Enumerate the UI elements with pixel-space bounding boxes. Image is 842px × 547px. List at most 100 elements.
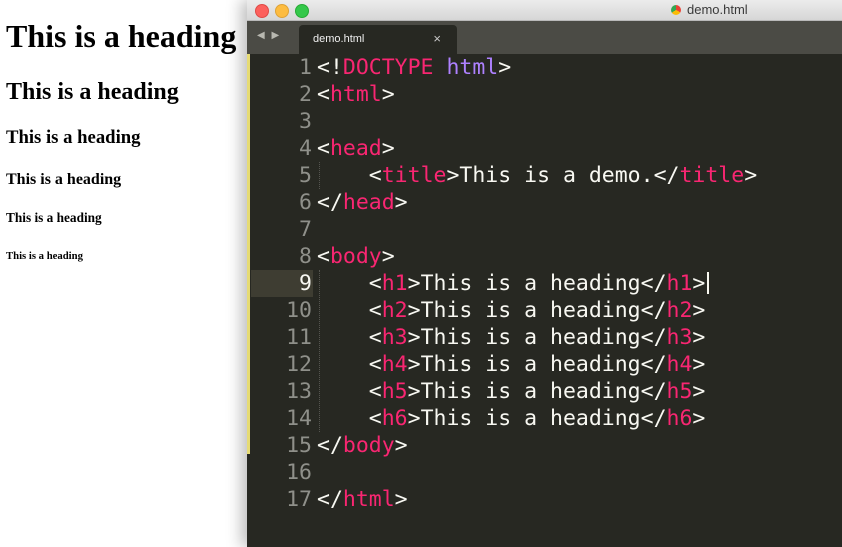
tag-name: html (329, 82, 382, 107)
code-line[interactable]: 1 <!DOCTYPE html> (247, 54, 842, 81)
code-token: > (744, 163, 758, 188)
code-token: > (692, 406, 706, 431)
browser-preview: This is a heading This is a heading This… (0, 0, 247, 547)
modified-lines-marker (247, 54, 250, 454)
preview-h6: This is a heading (6, 250, 83, 262)
code-token: >This is a heading</ (407, 379, 667, 404)
tab-label: demo.html (313, 33, 365, 45)
line-number: 10 (286, 298, 312, 323)
code-line[interactable]: 8 <body> (247, 243, 842, 270)
line-number: 16 (286, 460, 312, 485)
code-text: </head> (317, 189, 408, 216)
code-token: > (692, 271, 706, 296)
code-token: < (317, 136, 330, 161)
code-line[interactable]: 3 (247, 108, 842, 135)
code-token: > (394, 190, 408, 215)
code-line[interactable]: 4 <head> (247, 135, 842, 162)
code-token: >This is a heading</ (407, 406, 667, 431)
chrome-file-icon (671, 5, 681, 15)
code-token: </ (317, 433, 343, 458)
code-editor[interactable]: 1 <!DOCTYPE html> 2 <html> 3 4 <head> 5 <title>… (247, 54, 842, 547)
indent-guide (319, 270, 320, 432)
tag-name: h5 (381, 379, 408, 404)
code-line[interactable]: 12 <h4>This is a heading</h4> (247, 351, 842, 378)
title-bar: demo.html (247, 0, 842, 21)
editor-window: demo.html ◀ ▶ demo.html × 1 <!DOCTYPE htm… (247, 0, 842, 547)
line-number: 11 (286, 325, 312, 350)
tag-name: body (329, 244, 382, 269)
tab-bar: ◀ ▶ demo.html × (247, 21, 842, 54)
line-number: 15 (286, 433, 312, 458)
tag-name: h3 (666, 325, 693, 350)
zoom-window-button[interactable] (295, 4, 309, 18)
code-token: >This is a heading</ (407, 352, 667, 377)
tag-name: h4 (381, 352, 408, 377)
code-line[interactable]: 17 </html> (247, 486, 842, 513)
preview-h3: This is a heading (6, 127, 141, 148)
line-number: 9 (253, 270, 312, 297)
code-line[interactable]: 2 <html> (247, 81, 842, 108)
line-number: 13 (286, 379, 312, 404)
code-line[interactable]: 6 </head> (247, 189, 842, 216)
code-line[interactable]: 11 <h3>This is a heading</h3> (247, 324, 842, 351)
tag-name: h1 (666, 271, 693, 296)
code-text: <h3>This is a heading</h3> (317, 324, 706, 351)
code-token: < (317, 352, 382, 377)
tag-name: h2 (381, 298, 408, 323)
preview-h1: This is a heading (6, 18, 237, 54)
code-text: <head> (317, 135, 395, 162)
code-line[interactable]: 10 <h2>This is a heading</h2> (247, 297, 842, 324)
code-token: >This is a demo.</ (446, 163, 680, 188)
code-token: >This is a heading</ (407, 298, 667, 323)
tag-name: h2 (666, 298, 693, 323)
code-token: < (317, 271, 382, 296)
code-token: > (692, 352, 706, 377)
code-text: <html> (317, 81, 395, 108)
code-line[interactable]: 5 <title>This is a demo.</title> (247, 162, 842, 189)
tag-name: html (342, 487, 395, 512)
line-number: 3 (299, 109, 312, 134)
code-line[interactable]: 9 <h1>This is a heading</h1> (247, 270, 842, 297)
tag-name: head (329, 136, 382, 161)
preview-h4: This is a heading (6, 171, 122, 188)
code-line[interactable]: 7 (247, 216, 842, 243)
code-token: >This is a heading</ (407, 271, 667, 296)
code-token: > (692, 379, 706, 404)
code-text: <h4>This is a heading</h4> (317, 351, 706, 378)
code-token: > (394, 487, 408, 512)
tab-close-icon[interactable]: × (433, 31, 441, 46)
close-window-button[interactable] (255, 4, 269, 18)
code-line[interactable]: 13 <h5>This is a heading</h5> (247, 378, 842, 405)
code-text: <body> (317, 243, 395, 270)
tag-name: title (679, 163, 745, 188)
code-token: >This is a heading</ (407, 325, 667, 350)
code-text: <!DOCTYPE html> (317, 54, 511, 81)
line-number: 12 (286, 352, 312, 377)
tab-nav-arrows-icon[interactable]: ◀ ▶ (257, 30, 281, 41)
code-token: < (317, 406, 382, 431)
code-text: <title>This is a demo.</title> (317, 162, 757, 189)
code-text: <h1>This is a heading</h1> (317, 270, 710, 297)
code-token: > (381, 244, 395, 269)
line-number: 1 (299, 55, 312, 80)
tag-name: h1 (381, 271, 408, 296)
code-token: > (381, 82, 395, 107)
tag-name: head (342, 190, 395, 215)
code-line[interactable]: 14 <h6>This is a heading</h6> (247, 405, 842, 432)
minimize-window-button[interactable] (275, 4, 289, 18)
tag-name: html (446, 55, 499, 80)
line-number: 5 (299, 163, 312, 188)
code-line[interactable]: 16 (247, 459, 842, 486)
tag-name: h6 (381, 406, 408, 431)
code-text: <h2>This is a heading</h2> (317, 297, 706, 324)
line-number: 7 (299, 217, 312, 242)
tag-name: h5 (666, 379, 693, 404)
tag-name: h4 (666, 352, 693, 377)
code-token: > (394, 433, 408, 458)
code-text: </body> (317, 432, 408, 459)
line-number: 8 (299, 244, 312, 269)
tab-demo-html[interactable]: demo.html × (299, 25, 457, 54)
tag-name: h3 (381, 325, 408, 350)
code-line[interactable]: 15 </body> (247, 432, 842, 459)
